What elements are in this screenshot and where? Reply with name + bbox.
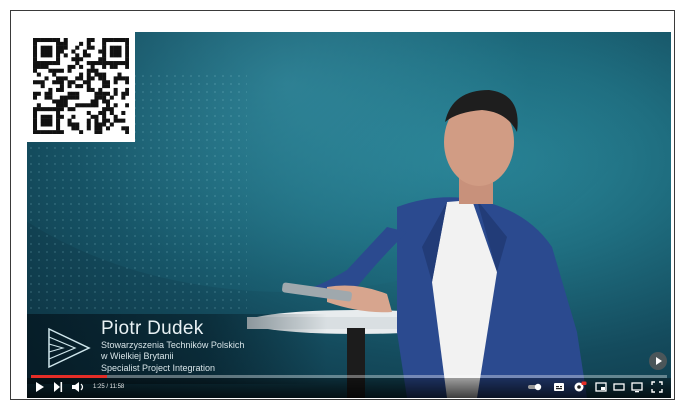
subtitles-icon[interactable] (553, 381, 565, 397)
speaker-affiliation-line1: Stowarzyszenia Techników Polskich (101, 340, 245, 350)
play-icon[interactable] (35, 381, 45, 397)
time-display: 1:25 / 11:58 (93, 384, 125, 390)
speaker-affiliation-line2: w Wielkiej Brytanii (101, 351, 174, 361)
qr-code (27, 32, 135, 142)
next-icon[interactable] (53, 381, 63, 397)
player-controls: 1:25 / 11:58 (27, 378, 671, 398)
volume-icon[interactable] (71, 381, 85, 397)
autoplay-toggle-icon[interactable] (527, 381, 543, 397)
watermark-play-icon[interactable] (649, 352, 667, 370)
settings-icon[interactable] (573, 381, 587, 397)
speaker-title: Specialist Project Integration (101, 363, 216, 373)
fullscreen-icon[interactable] (651, 381, 663, 397)
miniplayer-icon[interactable] (595, 381, 607, 397)
qr-code-icon (33, 38, 129, 134)
theater-icon[interactable] (613, 381, 625, 397)
channel-logo-icon (48, 327, 91, 369)
speaker-name: Piotr Dudek (101, 318, 204, 339)
cast-icon[interactable] (631, 381, 643, 397)
